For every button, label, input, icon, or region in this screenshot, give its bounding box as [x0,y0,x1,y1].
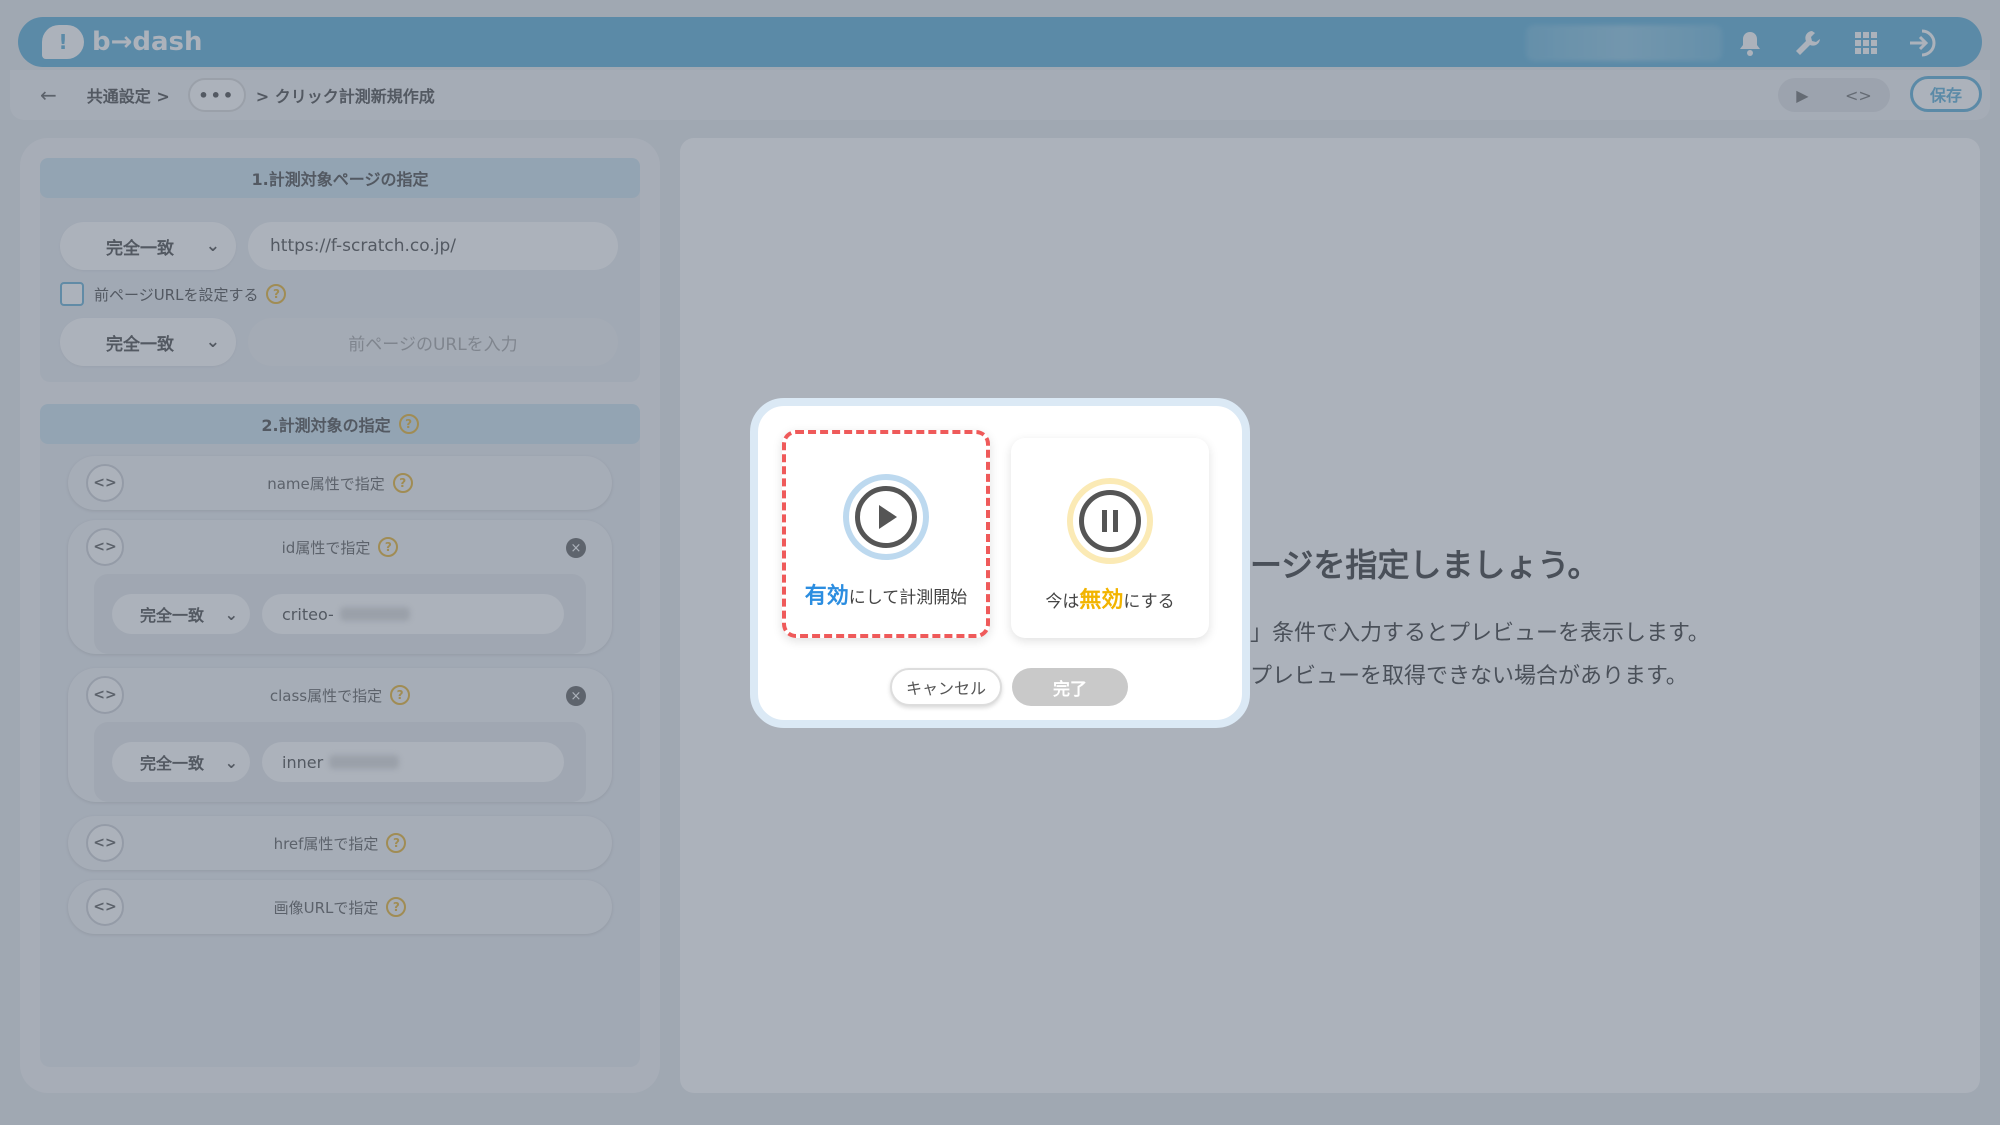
play-icon [843,474,929,560]
disable-label: 今は無効にする [1045,582,1174,614]
enable-start-option[interactable]: 有効にして計測開始 [782,430,990,638]
disable-prefix: 今は [1045,592,1080,612]
disable-rest: にする [1123,592,1175,612]
enable-start-label: 有効にして計測開始 [805,578,968,610]
disable-highlight: 無効 [1079,588,1124,613]
enable-highlight: 有効 [804,584,849,609]
enable-rest: にして計測開始 [848,588,968,608]
activation-modal: 有効にして計測開始 今は無効にする キャンセル 完了 [750,398,1250,728]
pause-icon [1067,478,1153,564]
cancel-button[interactable]: キャンセル [890,668,1002,706]
disable-option[interactable]: 今は無効にする [1011,438,1209,638]
done-button[interactable]: 完了 [1012,668,1128,706]
